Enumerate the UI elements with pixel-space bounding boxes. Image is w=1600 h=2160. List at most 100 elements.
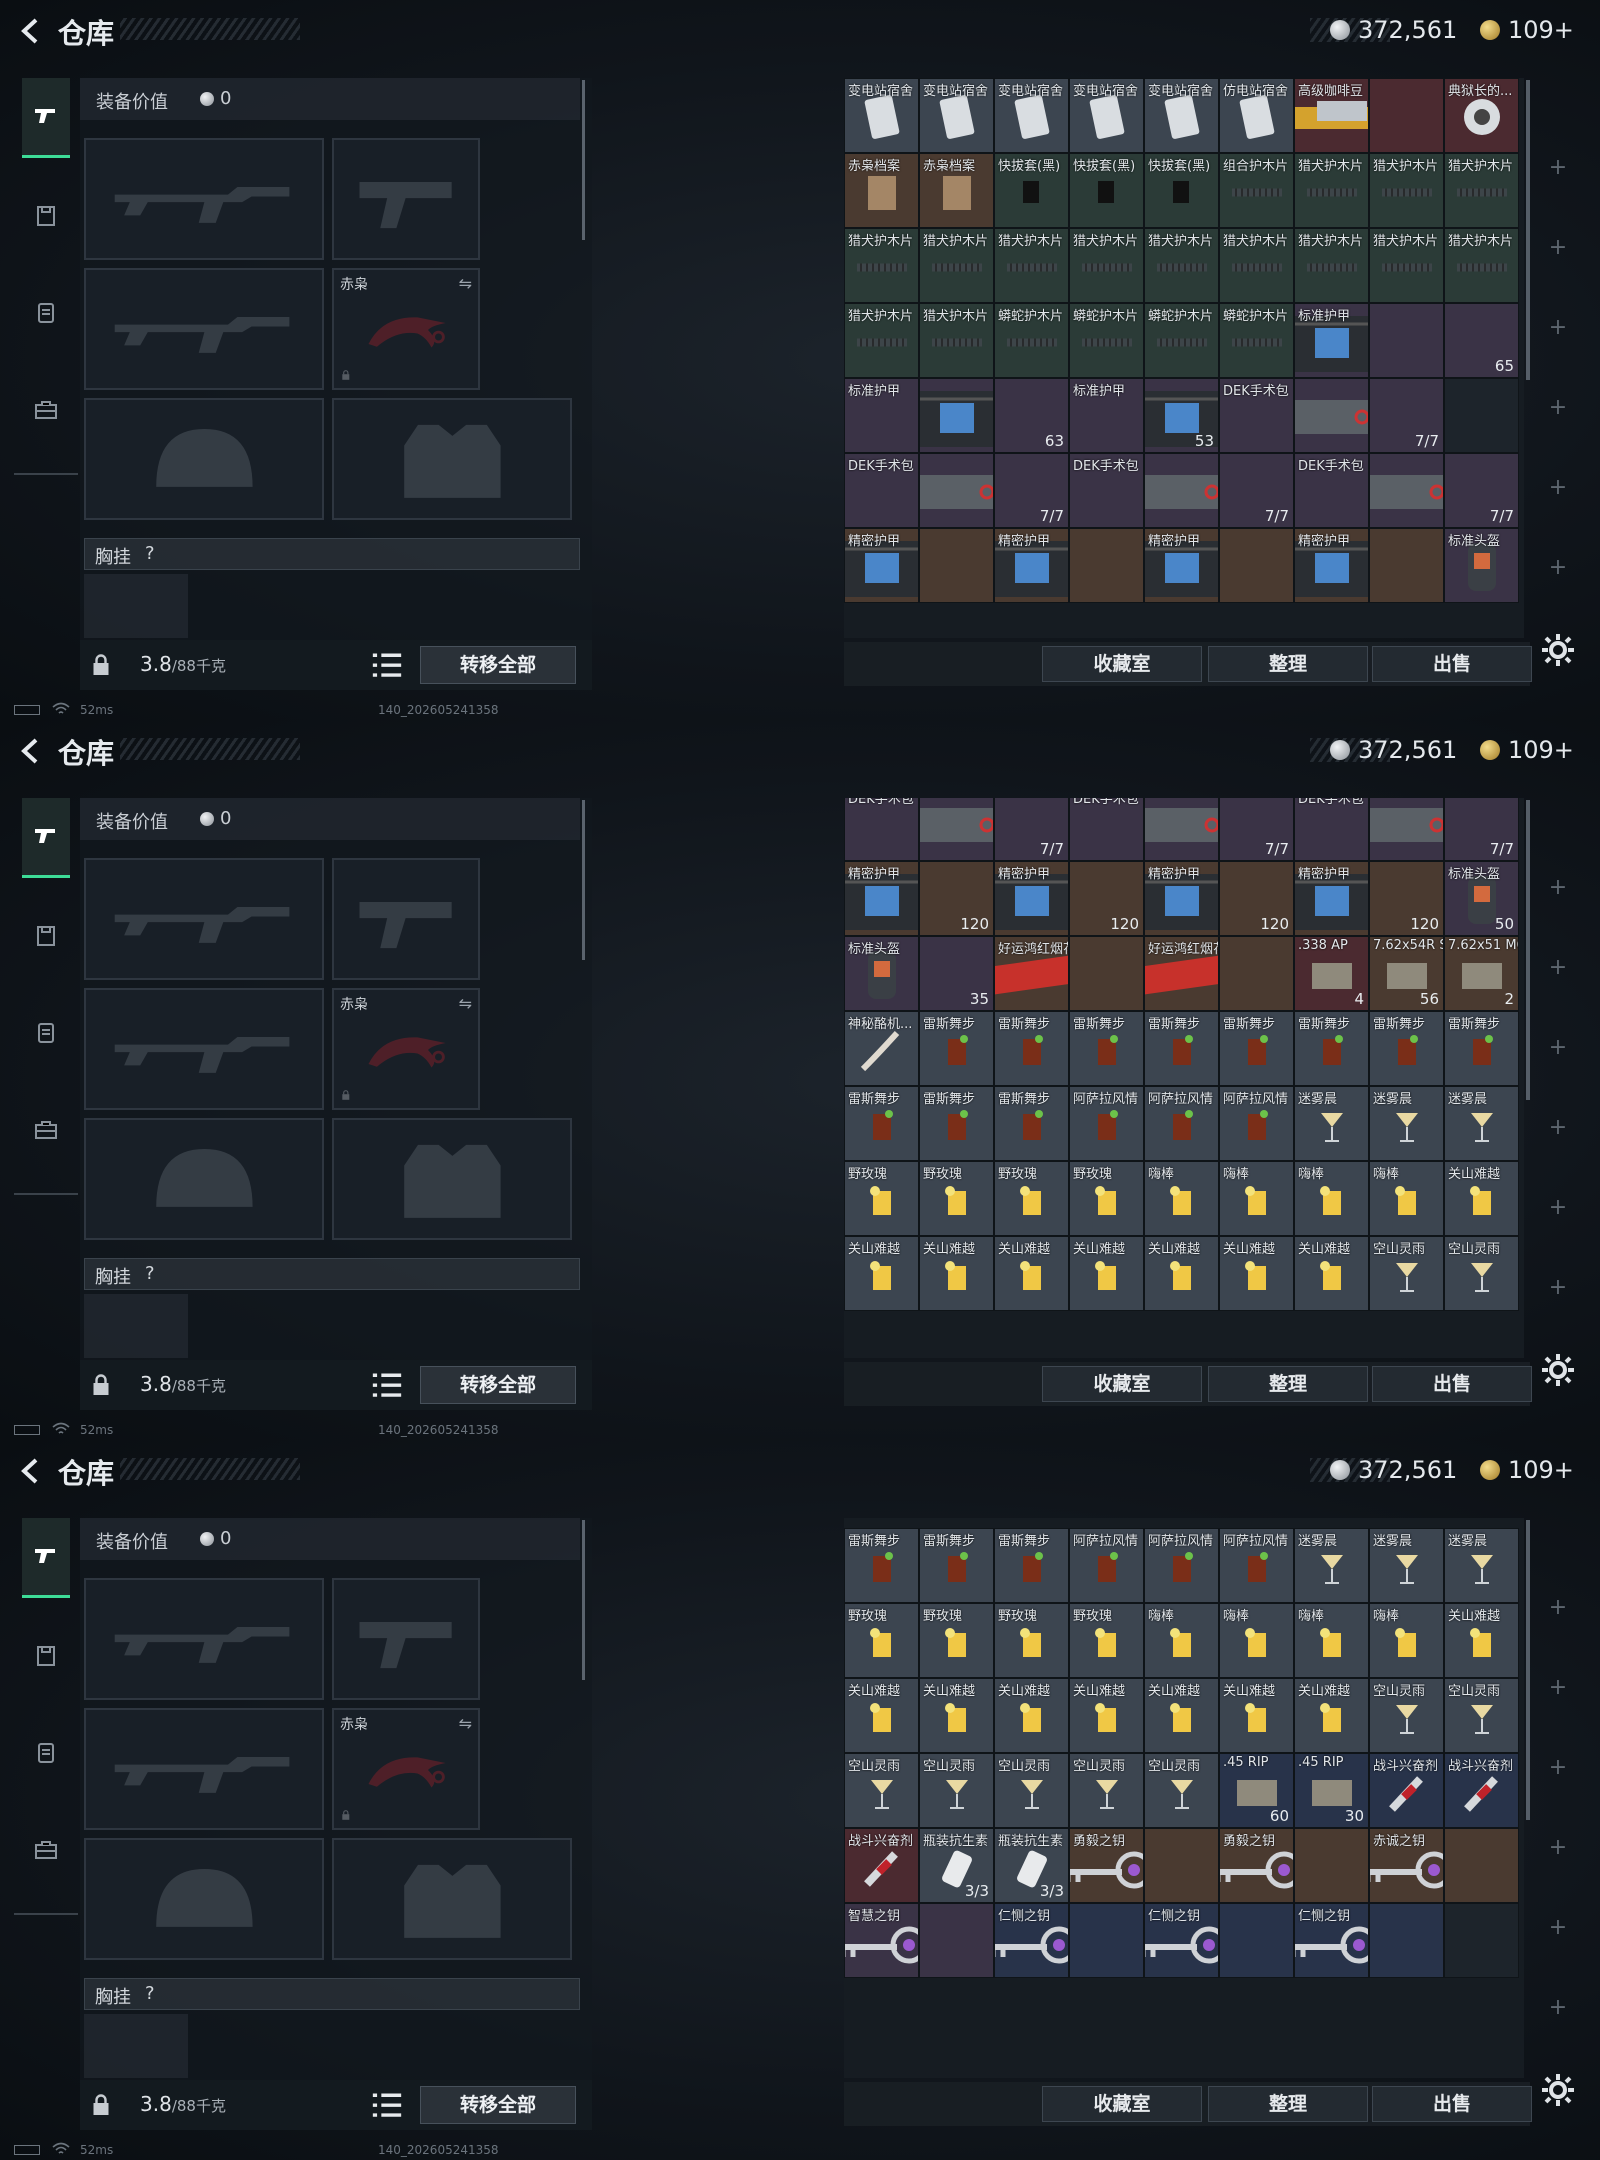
inventory-item[interactable]: 嗨棒: [1219, 1161, 1294, 1236]
secondary-weapon-slot[interactable]: [84, 988, 324, 1110]
inventory-item[interactable]: 关山难越: [1144, 1236, 1219, 1311]
inventory-item[interactable]: 蟒蛇护木片: [994, 303, 1069, 378]
inventory-item[interactable]: 快拔套(黑): [1144, 153, 1219, 228]
settings-gear-icon[interactable]: [1538, 1350, 1578, 1390]
add-storage-button[interactable]: +: [1548, 1997, 1568, 2019]
inventory-item[interactable]: 120: [1219, 861, 1294, 936]
inventory-item[interactable]: 好运鸿红烟花: [994, 936, 1069, 1011]
warehouse-tab[interactable]: [1538, 98, 1595, 162]
pistol-slot[interactable]: [332, 1578, 480, 1700]
inventory-item[interactable]: 野玫瑰: [1069, 1161, 1144, 1236]
sell-button[interactable]: 出售: [1372, 1366, 1532, 1402]
body-armor-slot[interactable]: [332, 398, 572, 520]
nav-backpack[interactable]: [22, 1714, 70, 1794]
inventory-item[interactable]: 猎犬护木片: [994, 228, 1069, 303]
inventory-item[interactable]: 7/7: [1219, 798, 1294, 861]
inventory-item[interactable]: [919, 378, 994, 453]
inventory-item[interactable]: 关山难越: [1294, 1678, 1369, 1753]
inventory-item[interactable]: DEK手术包: [1294, 453, 1369, 528]
equipment-scrollbar[interactable]: [582, 800, 585, 960]
inventory-item[interactable]: [1069, 528, 1144, 603]
inventory-item[interactable]: 仿电站宿舍: [1219, 78, 1294, 153]
help-icon[interactable]: ?: [145, 1983, 155, 2004]
add-storage-button[interactable]: +: [1548, 157, 1568, 179]
inventory-item[interactable]: 战斗兴奋剂: [1444, 1753, 1519, 1828]
inventory-item[interactable]: 迷雾晨: [1294, 1086, 1369, 1161]
inventory-item[interactable]: 野玫瑰: [994, 1603, 1069, 1678]
inventory-item[interactable]: 猎犬护木片: [1069, 228, 1144, 303]
inventory-item[interactable]: [919, 798, 994, 861]
inventory-item[interactable]: 精密护甲: [1144, 861, 1219, 936]
collection-button[interactable]: 收藏室: [1042, 1366, 1202, 1402]
inventory-item[interactable]: 精密护甲: [1294, 528, 1369, 603]
helmet-slot[interactable]: [84, 1838, 324, 1960]
inventory-item[interactable]: 变电站宿舍: [844, 78, 919, 153]
inventory-item[interactable]: 蟒蛇护木片: [1069, 303, 1144, 378]
nav-case[interactable]: [22, 1092, 70, 1172]
inventory-item[interactable]: 7/7: [1444, 798, 1519, 861]
inventory-item[interactable]: 雷斯舞步: [994, 1528, 1069, 1603]
inventory-item[interactable]: [1219, 1903, 1294, 1978]
inventory-item[interactable]: DEK手术包: [844, 453, 919, 528]
inventory-item[interactable]: [1069, 936, 1144, 1011]
inventory-item[interactable]: 空山灵雨: [1369, 1236, 1444, 1311]
inventory-item[interactable]: 精密护甲: [844, 528, 919, 603]
organize-button[interactable]: 整理: [1208, 1366, 1368, 1402]
back-button[interactable]: [14, 14, 48, 48]
inventory-item[interactable]: 精密护甲: [844, 861, 919, 936]
lock-icon[interactable]: [92, 654, 110, 676]
inventory-item[interactable]: 雷斯舞步: [919, 1011, 994, 1086]
inventory-item[interactable]: 迷雾晨: [1444, 1528, 1519, 1603]
add-storage-button[interactable]: +: [1548, 1197, 1568, 1219]
inventory-item[interactable]: [919, 528, 994, 603]
swap-icon[interactable]: ⇋: [459, 1714, 472, 1733]
inventory-item[interactable]: 变电站宿舍: [1144, 78, 1219, 153]
list-icon[interactable]: [370, 650, 404, 680]
inventory-item[interactable]: 空山灵雨: [919, 1753, 994, 1828]
inventory-item[interactable]: 关山难越: [1069, 1678, 1144, 1753]
transfer-all-button[interactable]: 转移全部: [420, 2086, 576, 2124]
inventory-item[interactable]: 雷斯舞步: [1369, 1011, 1444, 1086]
inventory-item[interactable]: 快拔套(黑): [994, 153, 1069, 228]
add-storage-button[interactable]: +: [1548, 1597, 1568, 1619]
inventory-item[interactable]: .45 RIP 60: [1219, 1753, 1294, 1828]
inventory-item[interactable]: 精密护甲: [994, 528, 1069, 603]
inventory-item[interactable]: 雷斯舞步: [844, 1528, 919, 1603]
inventory-item[interactable]: 嗨棒: [1369, 1603, 1444, 1678]
inventory-item[interactable]: 猎犬护木片: [1369, 228, 1444, 303]
inventory-scrollbar[interactable]: [1526, 800, 1530, 1100]
inventory-item[interactable]: [1144, 1828, 1219, 1903]
inventory-item[interactable]: 空山灵雨: [1444, 1236, 1519, 1311]
inventory-item[interactable]: 赤枭档案: [919, 153, 994, 228]
inventory-item[interactable]: 雷斯舞步: [844, 1086, 919, 1161]
inventory-item[interactable]: 关山难越: [1219, 1236, 1294, 1311]
pistol-slot[interactable]: [332, 138, 480, 260]
nav-weapons[interactable]: [22, 798, 70, 878]
equipment-scrollbar[interactable]: [582, 80, 585, 240]
inventory-item[interactable]: .338 AP 4: [1294, 936, 1369, 1011]
inventory-item[interactable]: 野玫瑰: [1069, 1603, 1144, 1678]
inventory-item[interactable]: 瓶装抗生素 3/3: [919, 1828, 994, 1903]
settings-gear-icon[interactable]: [1538, 630, 1578, 670]
swap-icon[interactable]: ⇋: [459, 274, 472, 293]
inventory-item[interactable]: 迷雾晨: [1369, 1528, 1444, 1603]
nav-case[interactable]: [22, 372, 70, 452]
chest-rig-slot[interactable]: [84, 2014, 188, 2078]
inventory-item[interactable]: 65: [1444, 303, 1519, 378]
chest-rig-row[interactable]: 胸挂?: [84, 538, 580, 570]
inventory-item[interactable]: 空山灵雨: [994, 1753, 1069, 1828]
inventory-item[interactable]: [1294, 1828, 1369, 1903]
inventory-item[interactable]: 好运鸿红烟花: [1144, 936, 1219, 1011]
inventory-item[interactable]: 雷斯舞步: [1444, 1011, 1519, 1086]
add-storage-button[interactable]: +: [1548, 557, 1568, 579]
add-storage-button[interactable]: +: [1548, 317, 1568, 339]
warehouse-tab[interactable]: [1538, 1538, 1595, 1602]
inventory-item[interactable]: 蟒蛇护木片: [1219, 303, 1294, 378]
inventory-item[interactable]: 战斗兴奋剂: [844, 1828, 919, 1903]
inventory-item[interactable]: 阿萨拉风情: [1069, 1086, 1144, 1161]
inventory-item[interactable]: 阿萨拉风情: [1144, 1086, 1219, 1161]
swap-icon[interactable]: ⇋: [459, 994, 472, 1013]
inventory-item[interactable]: 猎犬护木片: [1369, 153, 1444, 228]
inventory-item[interactable]: 嗨棒: [1369, 1161, 1444, 1236]
inventory-item[interactable]: 仁恻之钥: [994, 1903, 1069, 1978]
